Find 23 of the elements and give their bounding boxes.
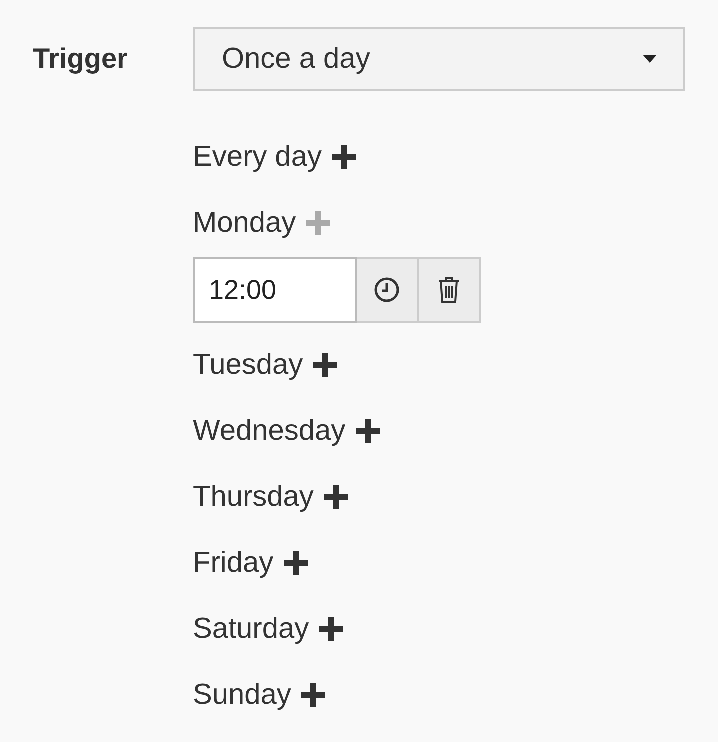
day-label: Thursday: [193, 480, 314, 514]
plus-icon[interactable]: [356, 419, 380, 443]
plus-icon[interactable]: [301, 683, 326, 707]
delete-button[interactable]: [419, 257, 481, 323]
time-field[interactable]: 12:00: [193, 257, 357, 323]
day-label: Wednesday: [193, 414, 346, 448]
day-label: Sunday: [193, 678, 292, 712]
clock-button[interactable]: [357, 257, 419, 323]
day-label: Saturday: [193, 612, 310, 646]
plus-icon[interactable]: [313, 353, 338, 377]
day-label: Tuesday: [193, 348, 304, 382]
clock-icon: [374, 277, 400, 303]
plus-icon[interactable]: [324, 485, 348, 509]
plus-icon[interactable]: [284, 551, 308, 575]
plus-icon[interactable]: [332, 145, 356, 169]
day-label: Every day: [193, 140, 322, 174]
trigger-label: Trigger: [32, 42, 129, 76]
trash-icon: [438, 277, 460, 303]
plus-icon[interactable]: [319, 617, 344, 641]
trigger-select[interactable]: Once a day: [193, 27, 685, 91]
day-label: Monday: [193, 206, 296, 240]
caret-icon: [643, 55, 657, 63]
day-label: Friday: [193, 546, 274, 580]
